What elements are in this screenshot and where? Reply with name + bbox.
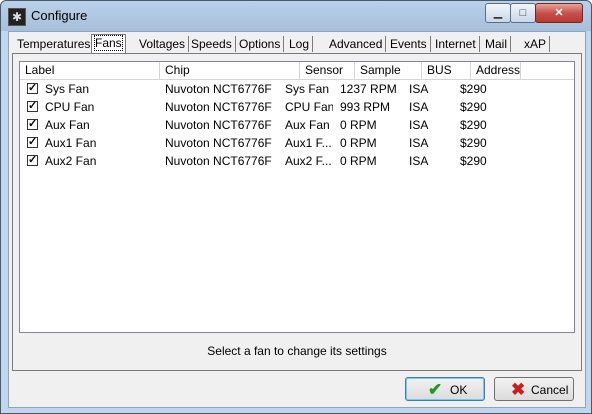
cell-bus: ISA: [409, 118, 429, 132]
tab-label: Fans: [94, 35, 123, 51]
tab-label: Temperatures: [17, 37, 91, 51]
close-button[interactable]: ✕: [535, 3, 583, 23]
row-checkbox[interactable]: [27, 135, 38, 148]
cell-chip: Nuvoton NCT6776F: [165, 118, 272, 132]
cell-chip: Nuvoton NCT6776F: [165, 136, 272, 150]
cell-label: Aux2 Fan: [45, 154, 97, 168]
tab-voltages[interactable]: Voltages: [136, 36, 190, 52]
cell-bus: ISA: [409, 136, 429, 150]
ok-button-label: OK: [450, 383, 468, 397]
cell-address: $290: [460, 136, 487, 150]
column-header-bus[interactable]: BUS: [422, 62, 471, 79]
tab-options[interactable]: Options: [236, 36, 285, 52]
cell-chip: Nuvoton NCT6776F: [165, 154, 272, 168]
app-icon[interactable]: ✱: [8, 8, 26, 26]
fans-list[interactable]: Label Chip Sensor Sample BUS Address Sys…: [19, 61, 575, 333]
cell-sensor: Sys Fan: [285, 82, 330, 96]
cell-sample: 1237 RPM: [340, 82, 397, 96]
cell-bus: ISA: [409, 100, 429, 114]
table-row[interactable]: Sys Fan Nuvoton NCT6776F Sys Fan 1237 RP…: [20, 80, 574, 98]
table-row[interactable]: Aux1 Fan Nuvoton NCT6776F Aux1 F... 0 RP…: [20, 134, 574, 152]
tab-label: Log: [289, 37, 310, 51]
minimize-button[interactable]: ▁: [485, 3, 511, 23]
tab-label: Mail: [485, 37, 508, 51]
tab-log[interactable]: Log: [286, 36, 314, 52]
tab-temperatures[interactable]: Temperatures: [14, 36, 95, 52]
column-header-sample[interactable]: Sample: [355, 62, 422, 79]
cell-chip: Nuvoton NCT6776F: [165, 82, 272, 96]
cell-sample: 993 RPM: [340, 100, 391, 114]
cell-label: CPU Fan: [45, 100, 95, 114]
cell-sensor: Aux1 F...: [285, 136, 332, 150]
table-row[interactable]: Aux2 Fan Nuvoton NCT6776F Aux2 F... 0 RP…: [20, 152, 574, 170]
cell-sensor: CPU Fan: [285, 100, 333, 114]
cell-label: Aux1 Fan: [45, 136, 97, 150]
fans-tab-panel: Label Chip Sensor Sample BUS Address Sys…: [12, 53, 582, 371]
column-header-sensor[interactable]: Sensor: [300, 62, 355, 79]
tab-label: Speeds: [191, 37, 232, 51]
column-header-address[interactable]: Address: [471, 62, 521, 79]
cell-bus: ISA: [409, 82, 429, 96]
table-row[interactable]: CPU Fan Nuvoton NCT6776F CPU Fan 993 RPM…: [20, 98, 574, 116]
tab-speeds[interactable]: Speeds: [188, 36, 236, 52]
tab-advanced[interactable]: Advanced: [326, 36, 387, 52]
cell-sample: 0 RPM: [340, 154, 377, 168]
tab-mail[interactable]: Mail: [482, 36, 512, 52]
column-header-chip[interactable]: Chip: [160, 62, 300, 79]
tab-label: Options: [239, 37, 281, 51]
column-header-label[interactable]: Label: [20, 62, 160, 79]
cancel-button[interactable]: ✖ Cancel: [494, 377, 574, 401]
row-checkbox[interactable]: [27, 99, 38, 112]
tab-fans[interactable]: Fans: [91, 34, 126, 54]
tab-xap[interactable]: xAP: [521, 36, 551, 52]
cell-bus: ISA: [409, 154, 429, 168]
cancel-button-label: Cancel: [531, 383, 569, 397]
cell-label: Sys Fan: [45, 82, 90, 96]
list-header: Label Chip Sensor Sample BUS Address: [20, 62, 574, 80]
cell-sample: 0 RPM: [340, 136, 377, 150]
tab-label: xAP: [524, 37, 547, 51]
tab-events[interactable]: Events: [387, 36, 431, 52]
tab-internet[interactable]: Internet: [432, 36, 480, 52]
cell-sensor: Aux Fan: [285, 118, 330, 132]
row-checkbox[interactable]: [27, 117, 38, 130]
tab-label: Events: [390, 37, 427, 51]
checkmark-icon: ✔: [428, 380, 443, 399]
table-row[interactable]: Aux Fan Nuvoton NCT6776F Aux Fan 0 RPM I…: [20, 116, 574, 134]
cell-address: $290: [460, 154, 487, 168]
cell-address: $290: [460, 100, 487, 114]
row-checkbox[interactable]: [27, 153, 38, 166]
configure-window: ✱ Configure ▁ □ ✕ Temperatures Fans Volt…: [0, 0, 592, 414]
row-checkbox[interactable]: [27, 81, 38, 94]
title-bar[interactable]: ✱ Configure ▁ □ ✕: [1, 1, 591, 31]
tab-label: Advanced: [329, 37, 383, 51]
cell-address: $290: [460, 118, 487, 132]
cross-icon: ✖: [511, 380, 526, 399]
cell-sample: 0 RPM: [340, 118, 377, 132]
cell-sensor: Aux2 F...: [285, 154, 332, 168]
cell-chip: Nuvoton NCT6776F: [165, 100, 272, 114]
cell-label: Aux Fan: [45, 118, 90, 132]
tab-label: Internet: [435, 37, 476, 51]
ok-button[interactable]: ✔ OK: [405, 377, 485, 401]
tab-label: Voltages: [139, 37, 186, 51]
dialog-body: Temperatures Fans Voltages Speeds Option…: [8, 31, 586, 408]
status-text: Select a fan to change its settings: [207, 344, 387, 358]
window-title: Configure: [31, 8, 88, 23]
maximize-button[interactable]: □: [510, 3, 536, 23]
cell-address: $290: [460, 82, 487, 96]
